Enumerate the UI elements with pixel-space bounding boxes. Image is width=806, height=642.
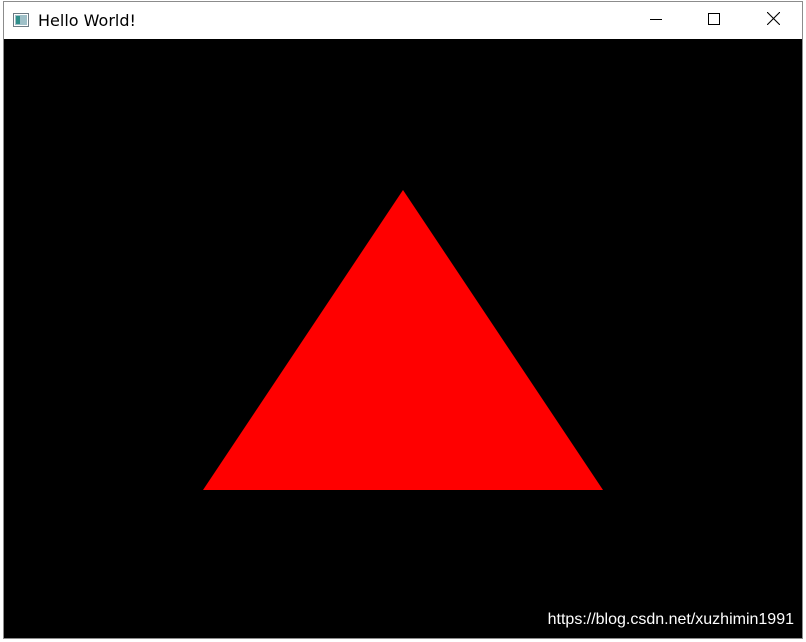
watermark-text: https://blog.csdn.net/xuzhimin1991 bbox=[547, 611, 794, 628]
minimize-button[interactable] bbox=[627, 2, 685, 39]
minimize-icon bbox=[650, 12, 662, 30]
title-bar[interactable]: Hello World! bbox=[4, 2, 802, 39]
render-viewport[interactable]: https://blog.csdn.net/xuzhimin1991 bbox=[4, 39, 802, 638]
scene-canvas bbox=[203, 190, 603, 490]
window-title: Hello World! bbox=[38, 11, 136, 30]
maximize-icon bbox=[708, 12, 720, 30]
red-triangle bbox=[203, 190, 603, 490]
close-button[interactable] bbox=[744, 2, 802, 39]
app-window-icon bbox=[13, 13, 29, 27]
close-icon bbox=[766, 11, 780, 30]
app-window: Hello World! https://blog.csdn.net/xuzhi… bbox=[3, 1, 803, 639]
maximize-button[interactable] bbox=[685, 2, 743, 39]
